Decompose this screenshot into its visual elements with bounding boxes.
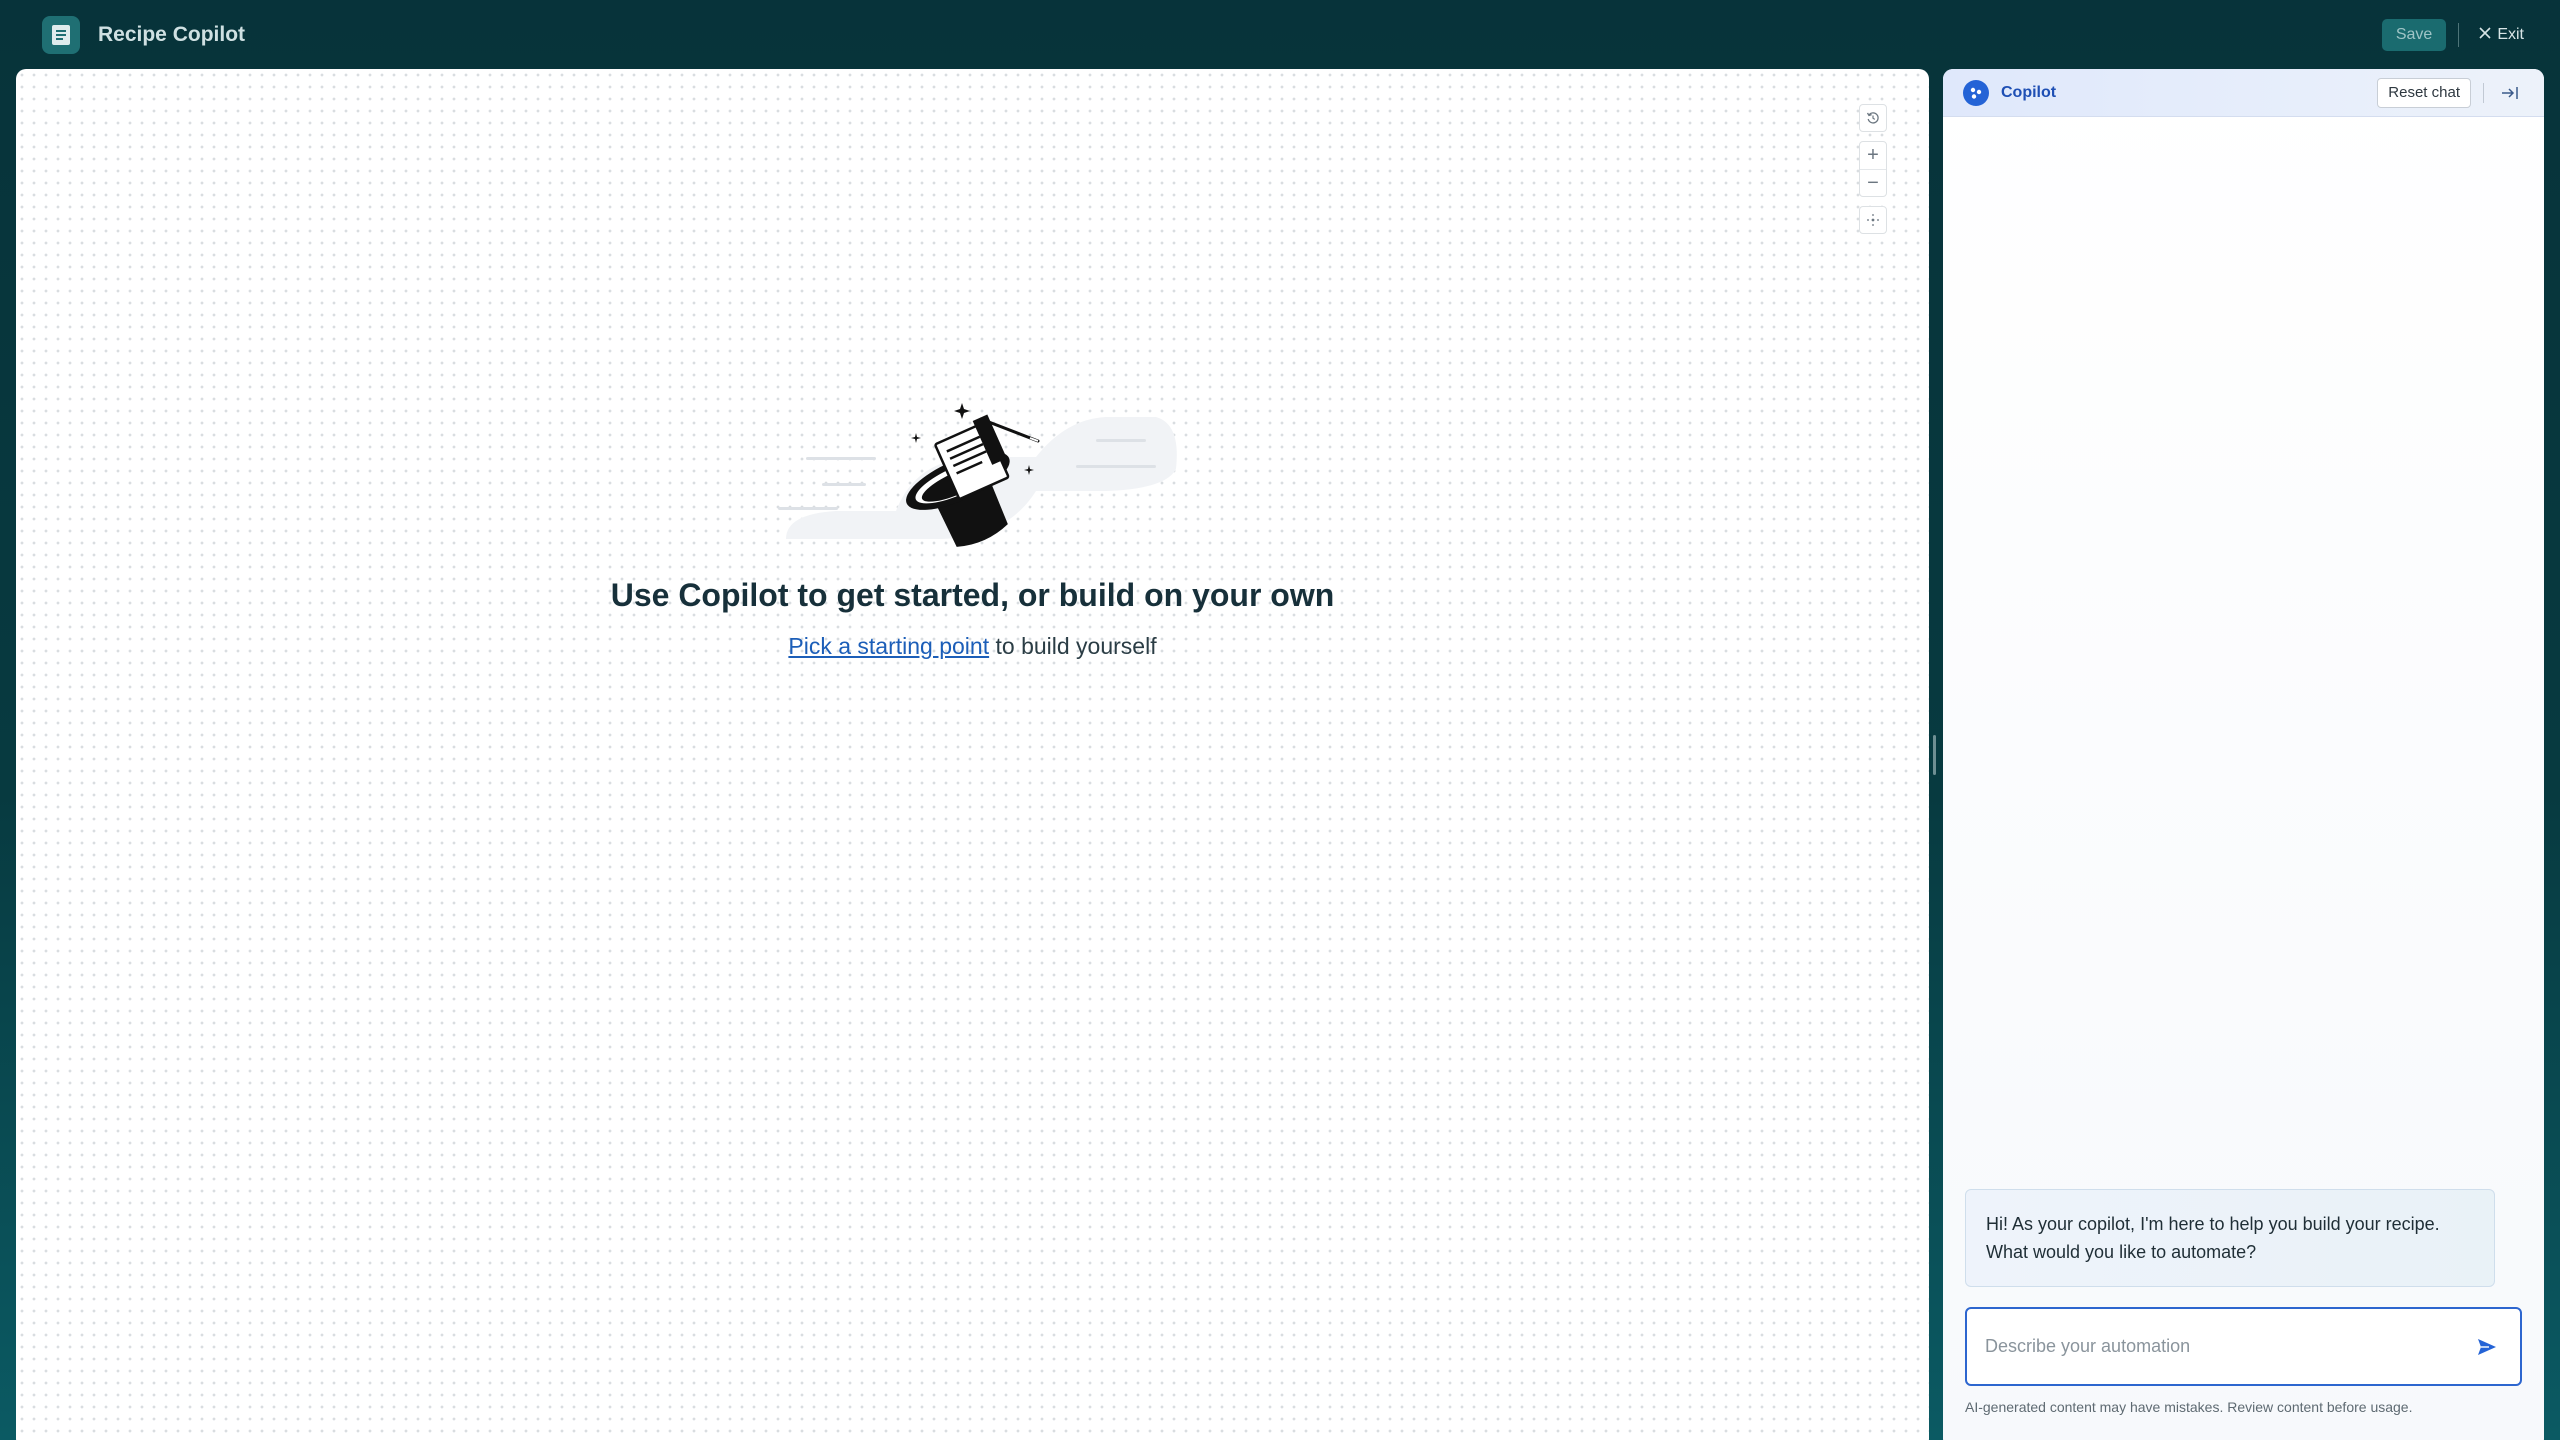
recipe-canvas[interactable]: + − Use Copilot to get started, or build…: [16, 69, 1929, 1440]
reset-chat-button[interactable]: Reset chat: [2377, 77, 2471, 108]
app-window: Recipe Copilot Save Exit + − Use Copilot…: [0, 0, 2560, 1440]
save-button[interactable]: Save: [2381, 19, 2447, 51]
empty-state-subtitle-rest: to build yourself: [989, 633, 1157, 659]
copilot-title: Copilot: [2001, 83, 2057, 101]
document-icon: [42, 16, 80, 54]
top-bar: Recipe Copilot Save Exit: [0, 0, 2560, 70]
ai-disclaimer: AI-generated content may have mistakes. …: [1965, 1399, 2413, 1415]
pick-starting-point-link[interactable]: Pick a starting point: [788, 633, 989, 659]
panel-resize-handle[interactable]: [1933, 735, 1936, 775]
history-icon[interactable]: [1859, 104, 1887, 132]
exit-button[interactable]: Exit: [2479, 26, 2524, 44]
app-title: Recipe Copilot: [98, 23, 246, 46]
chat-input[interactable]: [1985, 1336, 2472, 1357]
zoom-out-button[interactable]: −: [1860, 169, 1886, 196]
close-icon: [2479, 26, 2491, 44]
canvas-tools: + −: [1859, 104, 1887, 234]
fit-to-screen-icon[interactable]: [1859, 206, 1887, 234]
top-bar-actions: Save Exit: [2381, 0, 2524, 70]
collapse-panel-icon[interactable]: [2496, 79, 2524, 107]
empty-state-subtitle: Pick a starting point to build yourself: [16, 633, 1929, 660]
copilot-icon: [1963, 79, 1989, 106]
send-icon: [2478, 1338, 2496, 1355]
assistant-message: Hi! As your copilot, I'm here to help yo…: [1965, 1189, 2495, 1287]
send-button[interactable]: [2472, 1332, 2502, 1362]
zoom-in-button[interactable]: +: [1860, 142, 1886, 169]
zoom-controls: + −: [1859, 141, 1887, 197]
chat-input-box: [1965, 1307, 2522, 1386]
exit-label: Exit: [2497, 26, 2524, 43]
empty-state-title: Use Copilot to get started, or build on …: [610, 577, 1335, 613]
divider: [2458, 23, 2460, 47]
copilot-header: Copilot Reset chat: [1943, 69, 2544, 117]
divider: [2483, 82, 2484, 103]
magic-hat-illustration: [778, 403, 1177, 547]
copilot-panel: Copilot Reset chat Hi! As your copilot, …: [1943, 69, 2544, 1440]
